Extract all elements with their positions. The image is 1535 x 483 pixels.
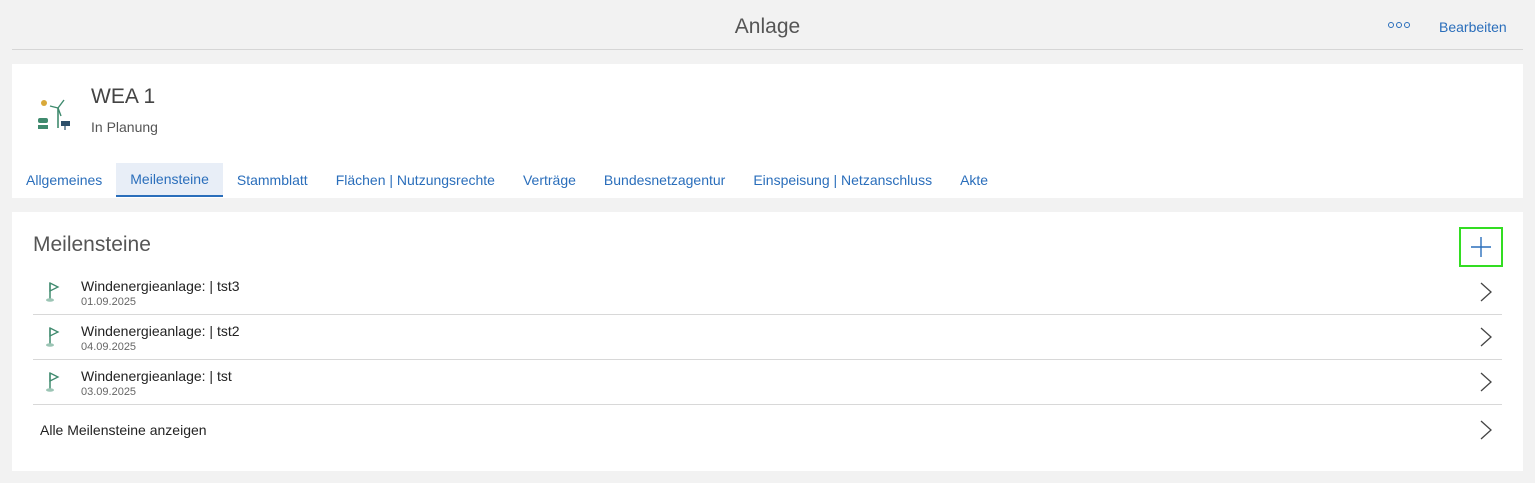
top-bar: Anlage Bearbeiten	[12, 0, 1523, 50]
tab-stammblatt[interactable]: Stammblatt	[223, 163, 322, 197]
show-all-label: Alle Meilensteine anzeigen	[40, 422, 207, 438]
list-item[interactable]: Windenergieanlage: | tst3 01.09.2025	[33, 270, 1502, 315]
page-title: Anlage	[734, 15, 801, 38]
milestones-card: Meilensteine Windenergieanlage: | tst3 0…	[12, 212, 1523, 471]
milestone-title: Windenergieanlage: | tst	[81, 368, 232, 384]
entity-name: WEA 1	[91, 85, 156, 108]
milestone-date: 03.09.2025	[81, 386, 137, 398]
tab-flaechen-nutzungsrechte[interactable]: Flächen | Nutzungsrechte	[322, 163, 509, 197]
list-item[interactable]: Windenergieanlage: | tst 03.09.2025	[33, 360, 1502, 405]
milestone-date: 04.09.2025	[81, 341, 137, 353]
plus-icon	[1471, 237, 1491, 257]
milestone-date: 01.09.2025	[81, 296, 137, 308]
dot	[1396, 22, 1402, 28]
tab-allgemeines[interactable]: Allgemeines	[12, 163, 116, 197]
tab-akte[interactable]: Akte	[946, 163, 1002, 197]
dot	[1388, 22, 1394, 28]
milestone-title: Windenergieanlage: | tst3	[81, 278, 240, 294]
milestone-flag-icon	[46, 371, 60, 392]
tab-bar: Allgemeines Meilensteine Stammblatt Fläc…	[12, 163, 1002, 198]
dot	[1404, 22, 1410, 28]
edit-button[interactable]: Bearbeiten	[1439, 19, 1507, 35]
milestone-title: Windenergieanlage: | tst2	[81, 323, 240, 339]
more-options-icon[interactable]	[1388, 18, 1410, 32]
section-title: Meilensteine	[33, 233, 151, 256]
list-item[interactable]: Windenergieanlage: | tst2 04.09.2025	[33, 315, 1502, 360]
milestone-flag-icon	[46, 281, 60, 302]
tab-vertraege[interactable]: Verträge	[509, 163, 590, 197]
milestone-list: Windenergieanlage: | tst3 01.09.2025 Win…	[33, 270, 1502, 453]
wind-solar-plant-icon	[38, 99, 70, 130]
chevron-right-icon	[1480, 420, 1492, 440]
tab-einspeisung-netzanschluss[interactable]: Einspeisung | Netzanschluss	[739, 163, 946, 197]
add-milestone-button[interactable]	[1459, 227, 1503, 267]
show-all-milestones-link[interactable]: Alle Meilensteine anzeigen	[33, 405, 1502, 453]
tab-bundesnetzagentur[interactable]: Bundesnetzagentur	[590, 163, 739, 197]
entity-header: WEA 1 In Planung Allgemeines Meilenstein…	[12, 64, 1523, 198]
chevron-right-icon	[1480, 372, 1492, 392]
entity-status: In Planung	[91, 119, 158, 135]
milestone-flag-icon	[46, 326, 60, 347]
chevron-right-icon	[1480, 282, 1492, 302]
tab-meilensteine[interactable]: Meilensteine	[116, 163, 223, 197]
chevron-right-icon	[1480, 327, 1492, 347]
